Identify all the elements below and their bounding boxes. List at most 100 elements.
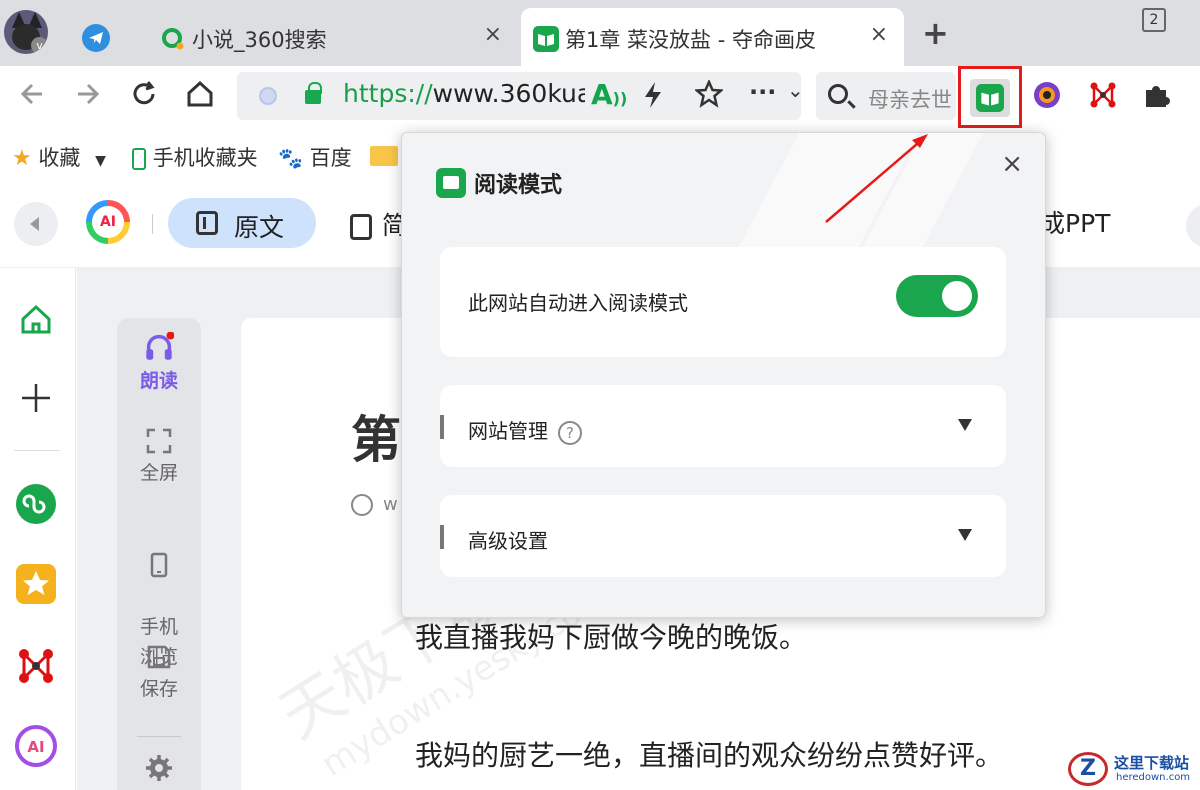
home-icon[interactable]: [14, 298, 58, 342]
bookmark-label: 手机收藏夹: [152, 146, 258, 170]
generate-ppt-button[interactable]: 成PPT: [1040, 204, 1110, 240]
bookmark-mobile-favorites[interactable]: 手机收藏夹: [132, 142, 258, 172]
left-sidebar: AI: [0, 268, 76, 790]
reader-book-icon: [436, 168, 466, 198]
divider: [152, 214, 153, 234]
mobile-phone-icon: [150, 552, 168, 578]
star-bookmark-icon[interactable]: [695, 80, 723, 108]
ai-assistant-icon[interactable]: AI: [14, 724, 58, 768]
tab-count-button[interactable]: 2: [1142, 8, 1166, 32]
search-text[interactable]: 母亲去世: [868, 84, 952, 114]
lock-icon[interactable]: [305, 82, 322, 104]
scroll-right-button[interactable]: [1186, 204, 1200, 248]
reading-mode-popup: 阅读模式 × 此网站自动进入阅读模式 网站管理? 高级设置: [401, 132, 1046, 618]
read-aloud-label: 朗读: [139, 370, 178, 392]
site-logo-domain: heredown.com: [1116, 772, 1191, 783]
back-arrow-icon[interactable]: [16, 78, 48, 110]
site-security-shield-icon[interactable]: [259, 87, 277, 105]
help-icon[interactable]: ?: [558, 420, 582, 445]
settings-gear-icon[interactable]: [145, 754, 173, 782]
network-extension-icon[interactable]: [1088, 80, 1118, 110]
ai-assistant-logo[interactable]: AI: [86, 200, 130, 244]
popup-close-button[interactable]: ×: [1001, 149, 1023, 179]
navigation-toolbar: https://www.360kua A)) ··· ⌄ 母亲去世: [0, 66, 1200, 128]
camera-extension-icon[interactable]: [1032, 80, 1062, 110]
reading-mode-button[interactable]: [970, 79, 1010, 117]
fullscreen-icon: [146, 428, 172, 454]
vip-badge: v: [31, 37, 48, 54]
reading-mode-button-highlight[interactable]: [958, 66, 1022, 128]
mini-program-icon[interactable]: [14, 482, 58, 526]
fullscreen-label: 全屏: [139, 462, 178, 484]
clipboard-icon: [350, 214, 372, 240]
network-app-icon[interactable]: [14, 644, 58, 688]
tab-close-button[interactable]: ×: [870, 22, 888, 47]
site-logo-name: 这里下载站: [1114, 754, 1190, 772]
bookmark-label: 收藏: [38, 146, 81, 170]
svg-text:AI: AI: [27, 738, 44, 756]
favorites-star-icon[interactable]: [14, 562, 58, 606]
save-disk-icon: [147, 645, 171, 669]
fullscreen-button[interactable]: 全屏: [117, 428, 201, 488]
bookmark-baidu[interactable]: 🐾 百度: [278, 142, 352, 172]
360-search-icon: [162, 28, 184, 50]
ai-label: AI: [92, 206, 124, 238]
url-scheme: https://: [343, 79, 433, 108]
annotation-arrow: [825, 134, 928, 223]
article-source[interactable]: w: [351, 494, 398, 516]
original-text-button[interactable]: 原文: [168, 198, 316, 248]
phone-icon: [132, 148, 146, 170]
source-text: w: [383, 494, 398, 515]
tab-360-search[interactable]: 小说_360搜索 ×: [148, 8, 518, 66]
tab-label: 小说_360搜索: [192, 28, 327, 52]
refresh-icon[interactable]: [128, 78, 160, 110]
reader-tool-panel: 朗读 全屏 手机 浏览 保存: [117, 318, 201, 790]
tab-novel-chapter[interactable]: 第1章 菜没放盐 - 夺命画皮 ×: [521, 8, 904, 66]
scroll-left-button[interactable]: [14, 202, 58, 246]
add-icon[interactable]: [14, 376, 58, 420]
folder-icon[interactable]: [370, 146, 398, 166]
headphones-icon: [146, 332, 174, 360]
address-dropdown-button[interactable]: ⌄: [787, 78, 801, 102]
tab-bar: v 小说_360搜索 × 第1章 菜没放盐 - 夺命画皮 × + 2: [0, 0, 1200, 66]
pinned-tab-telegram-icon[interactable]: [82, 24, 110, 52]
toggle-knob: [942, 281, 972, 311]
popup-title: 阅读模式: [436, 167, 562, 201]
site-logo: Z 这里下载站 heredown.com: [1068, 748, 1200, 790]
divider: [14, 450, 60, 451]
original-label: 原文: [234, 213, 285, 242]
search-icon: [828, 84, 848, 104]
tab-label: 第1章 菜没放盐 - 夺命画皮: [565, 28, 816, 52]
auto-reading-mode-toggle[interactable]: [896, 275, 978, 317]
auto-reading-mode-card: 此网站自动进入阅读模式: [440, 247, 1006, 357]
advanced-settings-section[interactable]: 高级设置: [440, 495, 1006, 577]
more-options-button[interactable]: ···: [749, 78, 776, 106]
home-icon[interactable]: [184, 78, 216, 110]
advanced-settings-label: 高级设置: [468, 529, 548, 553]
new-tab-button[interactable]: +: [922, 14, 949, 52]
auto-reading-mode-label: 此网站自动进入阅读模式: [468, 291, 688, 315]
reader-book-icon: [976, 84, 1004, 112]
bookmark-favorites[interactable]: ★ 收藏 ▼: [12, 142, 106, 172]
save-button[interactable]: 保存: [117, 644, 201, 704]
save-label: 保存: [139, 678, 178, 700]
star-icon: ★: [12, 146, 32, 171]
expand-caret-icon[interactable]: [958, 529, 972, 541]
section-marker: [440, 525, 444, 549]
url-text[interactable]: https://www.360kua: [343, 79, 592, 108]
read-aloud-icon[interactable]: A)): [585, 78, 628, 111]
dropdown-icon[interactable]: ▼: [95, 153, 106, 169]
lightning-icon[interactable]: [641, 80, 665, 110]
expand-caret-icon[interactable]: [958, 419, 972, 431]
user-avatar[interactable]: v: [4, 10, 48, 54]
site-management-section[interactable]: 网站管理?: [440, 385, 1006, 467]
summary-button[interactable]: 简: [350, 206, 407, 242]
forward-arrow-icon[interactable]: [72, 78, 104, 110]
read-aloud-button[interactable]: 朗读: [117, 332, 201, 396]
puzzle-extensions-icon[interactable]: [1142, 80, 1172, 110]
search-box[interactable]: 母亲去世: [816, 72, 956, 120]
url-host: www.360kua: [432, 79, 593, 108]
tab-close-button[interactable]: ×: [484, 22, 502, 47]
address-bar[interactable]: https://www.360kua A)) ··· ⌄: [237, 72, 801, 120]
chapter-title: 第: [351, 411, 401, 469]
